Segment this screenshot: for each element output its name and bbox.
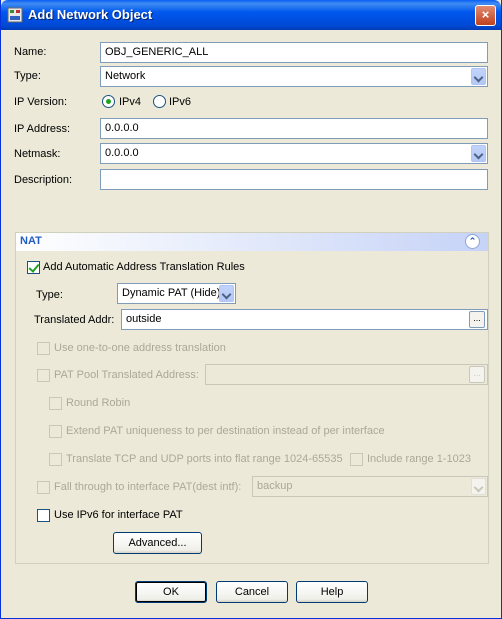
fall-through-label: Fall through to interface PAT(dest intf)… — [54, 481, 242, 493]
include-range-label: Include range 1-1023 — [367, 453, 471, 465]
translate-tcp-label: Translate TCP and UDP ports into flat ra… — [66, 453, 343, 465]
fall-through-select-value: backup — [257, 480, 293, 492]
type-select[interactable]: Network — [100, 66, 488, 87]
pat-pool-label: PAT Pool Translated Address: — [54, 369, 199, 381]
type-select-value: Network — [105, 70, 146, 82]
ok-button[interactable]: OK — [135, 581, 207, 603]
nat-type-label: Type: — [36, 289, 63, 301]
chevron-down-icon[interactable] — [471, 478, 486, 495]
nat-title: NAT — [20, 235, 42, 247]
ip-address-input[interactable]: 0.0.0.0 — [100, 118, 488, 139]
pat-pool-checkbox[interactable] — [37, 369, 50, 382]
ipv6-pat-label: Use IPv6 for interface PAT — [54, 509, 183, 521]
ip-address-label: IP Address: — [14, 123, 71, 135]
auto-rules-checkbox[interactable] — [27, 261, 40, 274]
dialog-window: Add Network Object × Name: OBJ_GENERIC_A… — [0, 0, 502, 619]
cancel-button[interactable]: Cancel — [216, 581, 288, 603]
round-robin-checkbox[interactable] — [49, 397, 62, 410]
chevron-down-icon[interactable] — [471, 68, 486, 85]
network-object-icon — [7, 7, 23, 23]
chevron-down-icon[interactable] — [219, 285, 234, 302]
help-button[interactable]: Help — [296, 581, 368, 603]
type-label: Type: — [14, 70, 41, 82]
ipv6-pat-checkbox[interactable] — [37, 509, 50, 522]
ipv4-label: IPv4 — [119, 96, 142, 108]
ipv6-radio[interactable] — [153, 95, 166, 108]
window-title: Add Network Object — [28, 7, 153, 22]
pat-pool-input[interactable] — [205, 364, 488, 385]
auto-rules-label: Add Automatic Address Translation Rules — [43, 261, 245, 273]
fall-through-checkbox[interactable] — [37, 481, 50, 494]
nat-panel: NAT ⌃ Add Automatic Address Translation … — [15, 232, 489, 564]
pat-pool-browse-button[interactable]: ... — [469, 366, 485, 383]
fall-through-select[interactable]: backup — [252, 476, 488, 497]
one-to-one-checkbox[interactable] — [37, 342, 50, 355]
name-input[interactable]: OBJ_GENERIC_ALL — [100, 42, 488, 63]
ip-version-label: IP Version: — [14, 96, 67, 108]
netmask-label: Netmask: — [14, 148, 61, 160]
description-input[interactable] — [100, 169, 488, 190]
netmask-select[interactable]: 0.0.0.0 — [100, 143, 488, 164]
include-range-checkbox[interactable] — [350, 453, 363, 466]
translated-addr-value: outside — [126, 313, 162, 325]
nat-type-select-value: Dynamic PAT (Hide) — [122, 287, 221, 299]
title-bar[interactable]: Add Network Object × — [1, 0, 501, 30]
extend-pat-checkbox[interactable] — [49, 425, 62, 438]
advanced-button[interactable]: Advanced... — [113, 532, 202, 554]
translated-addr-browse-button[interactable]: ... — [469, 311, 485, 328]
translated-addr-input[interactable]: outside — [121, 309, 488, 330]
round-robin-label: Round Robin — [66, 397, 131, 409]
description-label: Description: — [14, 174, 73, 186]
chevron-down-icon[interactable] — [471, 145, 486, 162]
netmask-select-value: 0.0.0.0 — [105, 147, 139, 159]
nat-header[interactable]: NAT ⌃ — [16, 233, 488, 251]
translated-addr-label: Translated Addr: — [34, 314, 115, 326]
collapse-icon[interactable]: ⌃ — [465, 234, 480, 249]
translate-tcp-checkbox[interactable] — [49, 453, 62, 466]
name-label: Name: — [14, 46, 47, 58]
close-icon[interactable]: × — [475, 5, 496, 26]
ipv4-radio[interactable] — [102, 95, 115, 108]
one-to-one-label: Use one-to-one address translation — [54, 342, 226, 354]
extend-pat-label: Extend PAT uniqueness to per destination… — [66, 425, 385, 437]
ipv6-label: IPv6 — [169, 96, 192, 108]
nat-type-select[interactable]: Dynamic PAT (Hide) — [117, 283, 236, 304]
